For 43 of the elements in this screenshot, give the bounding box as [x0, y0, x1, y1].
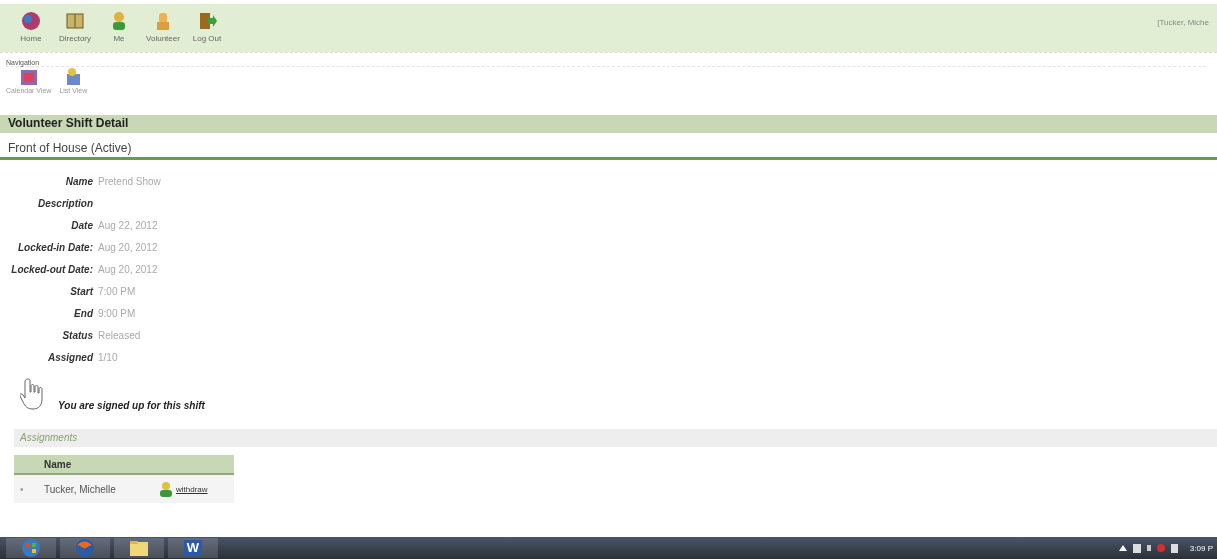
column-header: Name [44, 458, 72, 470]
field-value: Pretend Show [98, 176, 161, 187]
caret-up-icon [1118, 545, 1127, 551]
taskbar-button[interactable]: W [168, 538, 218, 558]
taskbar-button[interactable] [114, 538, 164, 558]
field-value: Released [98, 330, 141, 341]
table-cell-text: Tucker, Michelle [44, 483, 117, 495]
toolbar-button[interactable]: Me [100, 10, 138, 43]
field-value: Aug 22, 2012 [98, 220, 158, 231]
view-icon [18, 67, 39, 87]
field-value: Aug 20, 2012 [98, 264, 158, 275]
toolbar-icon [20, 10, 42, 32]
page-title: Volunteer Shift Detail [0, 115, 1217, 133]
field-label: Locked-out Date: [10, 264, 93, 275]
toolbar-button[interactable]: Log Out [188, 10, 226, 43]
field-label: Start [69, 286, 93, 297]
field-label: Assigned [47, 352, 93, 363]
field-label: Locked-in Date: [17, 242, 93, 253]
field-label: End [73, 308, 93, 319]
signup-message: You are signed up for this shift [58, 400, 205, 411]
field-value: 1/10 [98, 352, 118, 363]
toolbar-icon [64, 10, 86, 32]
section-title: Front of House (Active) [0, 141, 1217, 160]
word-icon: W [183, 540, 203, 556]
field-label: Date [70, 220, 93, 231]
clock: 3:09 P [1189, 543, 1213, 553]
toolbar-button[interactable]: Volunteer [144, 10, 182, 43]
taskbar-button[interactable] [60, 538, 110, 558]
row-marker: • [20, 483, 25, 495]
withdraw-link[interactable]: withdraw [158, 481, 208, 497]
taskbar-button[interactable] [6, 538, 56, 558]
alert-icon [1156, 544, 1165, 552]
field-label: Description [37, 198, 93, 209]
assignments-heading: Assignments [14, 429, 1217, 447]
field-value: 7:00 PM [98, 286, 136, 297]
toolbar-button[interactable]: Directory [56, 10, 94, 43]
user-name: [Tucker, Miche [1157, 18, 1209, 27]
field-value: Aug 20, 2012 [98, 242, 158, 253]
hand-icon [20, 377, 46, 413]
field-label: Status [61, 330, 93, 341]
field-value: 9:00 PM [98, 308, 136, 319]
field-label: Name [64, 176, 93, 187]
toolbar-button[interactable]: Home [12, 10, 50, 43]
